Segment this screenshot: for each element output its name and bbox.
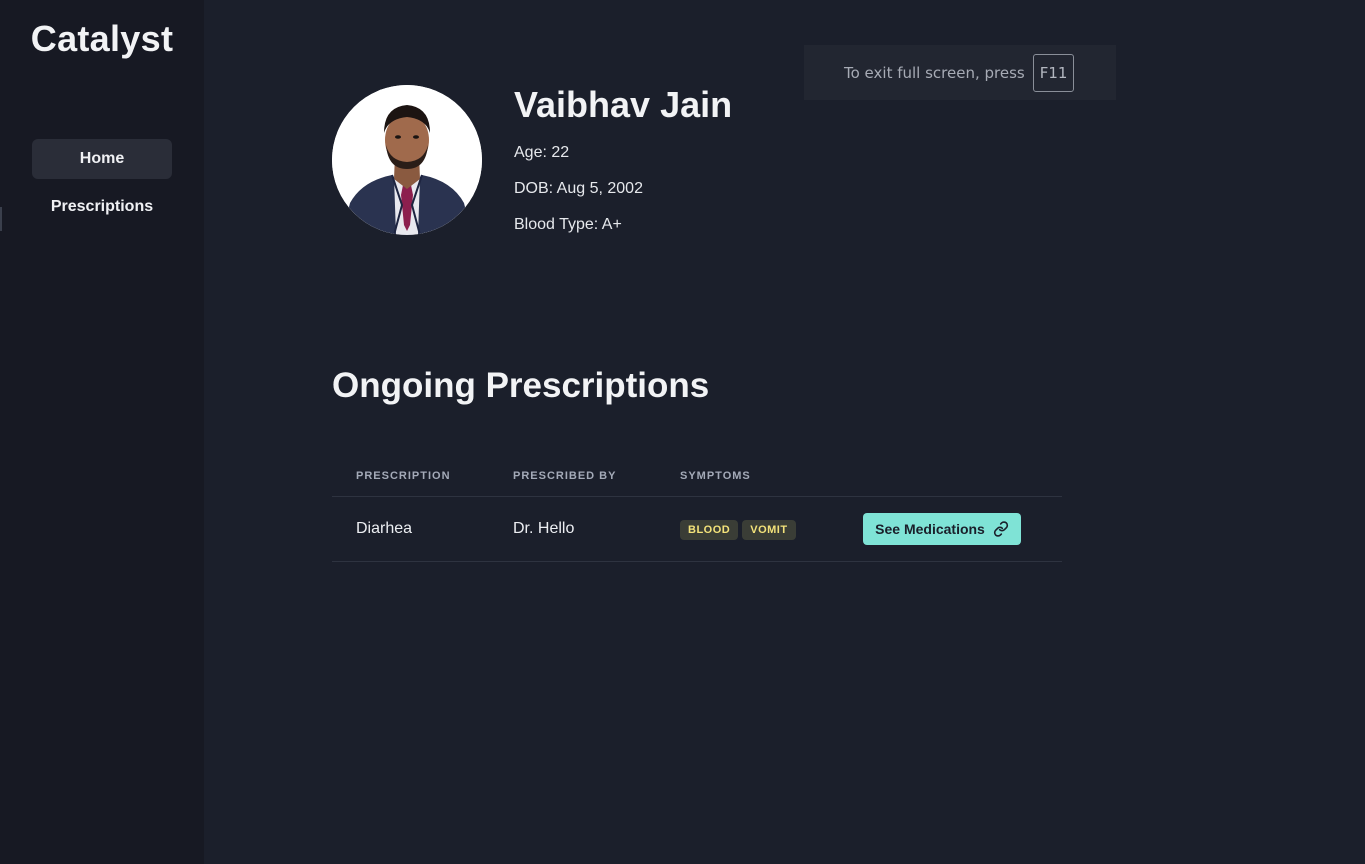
- sidebar-edge-handle: [0, 207, 2, 231]
- column-header-prescribed-by: PRESCRIBED BY: [513, 470, 617, 482]
- person-portrait-icon: [332, 85, 482, 235]
- column-header-prescription: PRESCRIPTION: [356, 470, 451, 482]
- sidebar: Catalyst Home Prescriptions: [0, 0, 204, 864]
- link-icon: [993, 521, 1008, 537]
- prescription-name: Diarhea: [356, 520, 413, 537]
- table-header: PRESCRIPTION PRESCRIBED BY SYMPTOMS: [332, 455, 1062, 497]
- column-header-symptoms: SYMPTOMS: [680, 470, 751, 482]
- patient-avatar: [332, 85, 482, 235]
- symptom-tag: BLOOD: [680, 520, 739, 540]
- section-title-ongoing-prescriptions: Ongoing Prescriptions: [332, 366, 710, 405]
- fullscreen-key-badge: F11: [1032, 53, 1075, 92]
- prescribed-by: Dr. Hello: [513, 520, 575, 537]
- brand-logo: Catalyst: [30, 18, 174, 59]
- patient-name: Vaibhav Jain: [514, 84, 733, 125]
- patient-blood-type: Blood Type: A+: [514, 216, 622, 233]
- patient-dob: DOB: Aug 5, 2002: [514, 180, 643, 197]
- symptom-tags: BLOOD VOMIT: [680, 520, 796, 540]
- sidebar-item-prescriptions[interactable]: Prescriptions: [32, 187, 172, 227]
- symptom-tag: VOMIT: [742, 520, 796, 540]
- fullscreen-notice-text: To exit full screen, press: [844, 63, 1025, 82]
- patient-age: Age: 22: [514, 144, 570, 161]
- sidebar-item-home[interactable]: Home: [32, 139, 172, 179]
- fullscreen-notice: To exit full screen, press F11: [804, 45, 1116, 100]
- sidebar-item-label: Home: [79, 150, 125, 167]
- table-row: Diarhea Dr. Hello BLOOD VOMIT See Medica…: [332, 497, 1062, 562]
- sidebar-item-label: Prescriptions: [50, 198, 154, 215]
- prescriptions-table: PRESCRIPTION PRESCRIBED BY SYMPTOMS Diar…: [332, 455, 1062, 562]
- see-medications-label: See Medications: [875, 521, 985, 537]
- see-medications-button[interactable]: See Medications: [863, 513, 1021, 545]
